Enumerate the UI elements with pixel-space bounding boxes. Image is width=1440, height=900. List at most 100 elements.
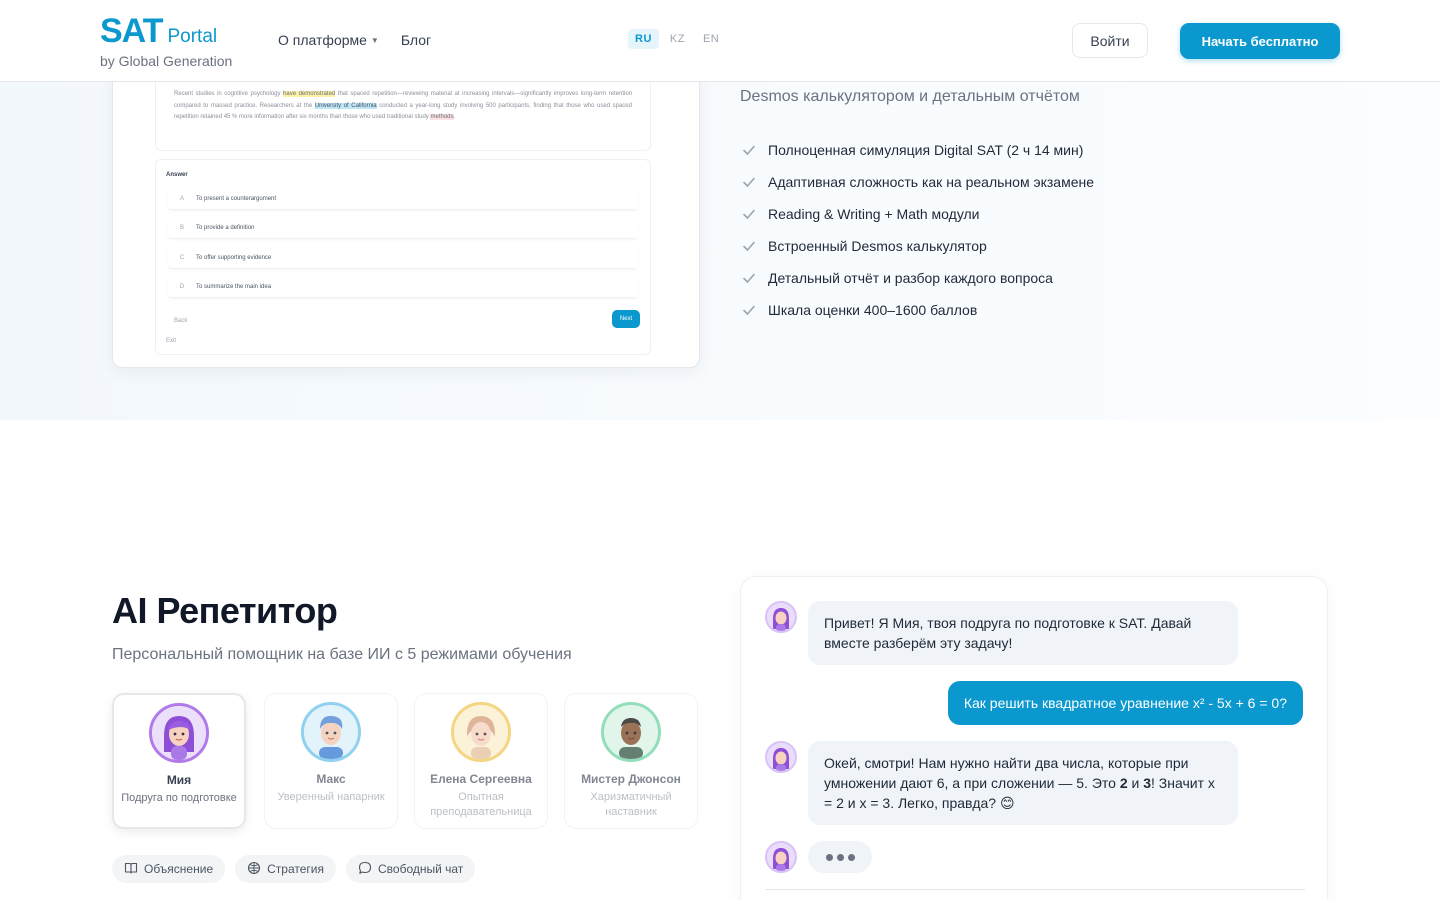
next-button[interactable]: Next [612,310,640,328]
features-subtitle: Desmos калькулятором и детальным отчётом [740,88,1080,105]
feature-item: Встроенный Desmos калькулятор [740,230,1094,262]
tutor-card-max[interactable]: Макс Уверенный напарник [264,693,398,829]
features-list: Полноценная симуляция Digital SAT (2 ч 1… [740,134,1094,326]
mode-label: Свободный чат [377,862,464,876]
tutor-role: Подруга по подготовке [121,792,237,804]
feature-item: Шкала оценки 400–1600 баллов [740,294,1094,326]
chat-avatar-mia [765,841,797,873]
main-nav: О платформе ▼ Блог [278,32,431,48]
tutor-role: Опытная преподавательница [430,791,532,818]
chat-divider [765,889,1305,890]
option-text: To provide a definition [196,224,255,231]
feature-text: Встроенный Desmos калькулятор [768,238,987,254]
feature-text: Детальный отчёт и разбор каждого вопроса [768,270,1053,286]
tutor-name: Мистер Джонсон [581,772,681,786]
option-text: To summarize the main idea [196,283,272,290]
login-button[interactable]: Войти [1072,23,1148,58]
feature-item: Детальный отчёт и разбор каждого вопроса [740,262,1094,294]
answer-option-d[interactable]: D To summarize the main idea [168,276,638,298]
avatar-mia [149,703,209,763]
compass-icon [247,861,261,878]
feature-item: Полноценная симуляция Digital SAT (2 ч 1… [740,134,1094,166]
logo[interactable]: SAT Portal by Global Generation [100,12,232,69]
tutor-card-mia[interactable]: Мия Подруга по подготовке [112,693,246,829]
option-text: To offer supporting evidence [196,254,272,261]
mode-explanation[interactable]: Объяснение [112,855,226,883]
chat-message-assistant: Окей, смотри! Нам нужно найти два числа,… [808,741,1238,825]
check-icon [740,205,758,223]
start-free-button[interactable]: Начать бесплатно [1180,23,1340,59]
feature-item: Адаптивная сложность как на реальном экз… [740,166,1094,198]
feature-text: Адаптивная сложность как на реальном экз… [768,174,1095,190]
nav-blog[interactable]: Блог [401,32,431,48]
tutor-name: Елена Сергеевна [430,772,532,786]
logo-byline: by Global Generation [100,53,233,69]
typing-dot [847,853,855,861]
mode-label: Объяснение [144,862,214,876]
option-letter: B [179,224,184,231]
site-header: SAT Portal by Global Generation О платфо… [0,0,1440,82]
typing-dot [825,853,833,861]
passage-highlight: methods [430,114,454,120]
check-icon [740,237,758,255]
answer-option-c[interactable]: C To offer supporting evidence [168,247,638,269]
message-text: и [1127,775,1144,791]
passage-text: . [453,114,456,120]
check-icon [740,269,758,287]
nav-about-label: О платформе [278,32,367,48]
back-button[interactable]: Back [174,318,187,324]
passage-highlight: have demonstrated [283,91,336,97]
feature-text: Шкала оценки 400–1600 баллов [768,302,978,318]
chat-message-assistant: Привет! Я Мия, твоя подруга по подготовк… [808,601,1238,665]
chat-avatar-mia [765,741,797,773]
feature-text: Полноценная симуляция Digital SAT (2 ч 1… [768,142,1084,158]
answer-option-b[interactable]: B To provide a definition [168,217,638,239]
nav-about[interactable]: О платформе ▼ [278,32,379,48]
check-icon [740,141,758,159]
chat-avatar-mia [765,601,797,633]
mode-chips: Объяснение Стратегия Свободный чат [112,855,476,883]
language-switcher: RU KZ EN [628,29,726,49]
tutor-role: Харизматичный наставник [590,791,672,818]
mode-free-chat[interactable]: Свободный чат [345,855,476,883]
passage-text: Recent studies in cognitive psychology [174,91,284,97]
book-icon [124,861,138,878]
logo-sat: SAT [100,12,163,50]
chat-message-user: Как решить квадратное уравнение x² - 5x … [947,681,1303,725]
tutor-role: Уверенный напарник [277,791,385,803]
mode-strategy[interactable]: Стратегия [235,855,336,883]
avatar-johnson [601,702,661,762]
nav-blog-label: Блог [400,32,432,48]
tutor-name: Мия [166,773,192,787]
avatar-elena [451,702,511,762]
exam-preview-card: Recent studies in cognitive psychology h… [112,60,700,368]
lang-en[interactable]: EN [696,29,726,49]
preview-passage: Recent studies in cognitive psychology h… [155,81,651,151]
caret-down-icon: ▼ [370,35,379,45]
tutor-name: Макс [316,772,346,786]
feature-text: Reading & Writing + Math модули [768,206,980,222]
logo-portal: Portal [167,26,218,47]
lang-ru[interactable]: RU [628,29,659,49]
chat-window: Привет! Я Мия, твоя подруга по подготовк… [740,576,1328,900]
option-letter: C [179,254,185,261]
tutor-card-johnson[interactable]: Мистер Джонсон Харизматичный наставник [564,693,698,829]
feature-item: Reading & Writing + Math модули [740,198,1094,230]
tutor-card-elena[interactable]: Елена Сергеевна Опытная преподавательниц… [414,693,548,829]
lang-kz[interactable]: KZ [663,29,692,49]
avatar-max [301,702,361,762]
check-icon [740,173,758,191]
answer-title: Answer [166,172,188,178]
message-bold: 3 [1143,775,1152,791]
option-letter: D [179,283,185,290]
smile-emoji-icon: 😊 [999,795,1015,811]
mode-label: Стратегия [267,862,324,876]
chat-bubble-icon [358,861,372,878]
option-letter: A [179,195,184,202]
exit-button[interactable]: Exit [166,338,176,344]
check-icon [740,301,758,319]
option-text: To present a counterargument [196,195,277,202]
answer-option-a[interactable]: A To present a counterargument [168,188,638,210]
ai-section-subtitle: Персональный помощник на базе ИИ с 5 реж… [112,646,572,663]
typing-dot [836,853,844,861]
